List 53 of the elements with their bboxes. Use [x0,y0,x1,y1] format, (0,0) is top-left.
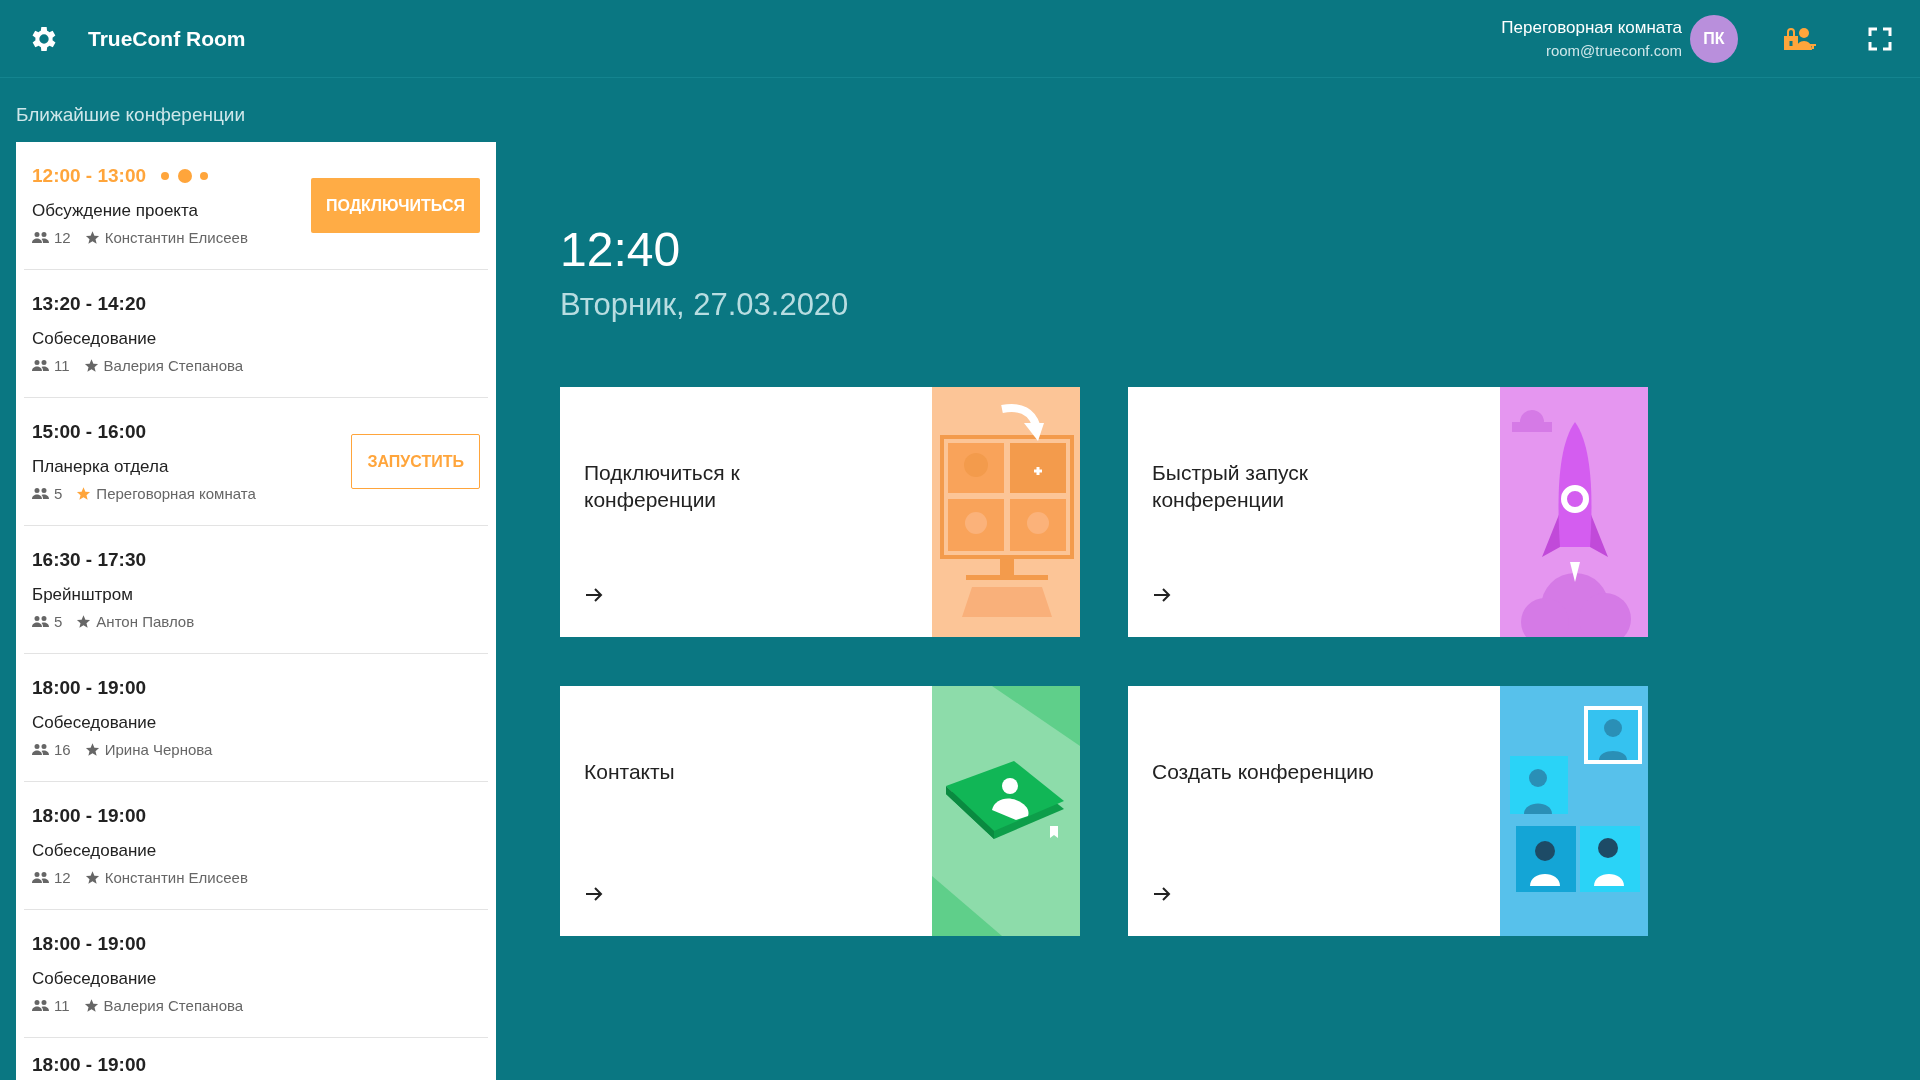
meeting-time: 12:00 - 13:00 [32,165,147,187]
people-icon [32,488,49,499]
meeting-title: Планерка отдела [32,457,170,477]
card-title: Подключиться к конференции [584,460,741,513]
app-title: TrueConf Room [88,26,246,51]
section-heading: Ближайшие конференции [16,103,247,127]
clock-date: Вторник, 27.03.2020 [560,287,850,323]
clock-time: 12:40 [560,222,682,277]
people-icon [32,616,49,627]
meeting-time: 18:00 - 19:00 [32,677,147,699]
user-name: Переговорная комната [1501,18,1682,38]
meeting-time: 16:30 - 17:30 [32,549,147,571]
organizer-name: Валерия Степанова [103,997,244,1014]
avatar: ПК [1690,14,1738,63]
card-title: Контакты [584,759,676,785]
meeting-time: 18:00 - 19:00 [32,1054,147,1076]
people-icon [32,232,49,243]
meeting-title: Брейнштром [32,585,134,605]
organizer-name: Валерия Степанова [103,357,244,374]
action-card[interactable]: Создать конференцию [1128,686,1648,936]
participant-count: 12 [54,869,71,886]
card-title: Быстрый запуск конференции [1152,460,1309,513]
meeting-time: 13:20 - 14:20 [32,293,147,315]
organizer-name: Антон Павлов [96,613,195,630]
participant-count: 11 [54,997,70,1014]
card-title: Создать конференцию [1152,759,1375,785]
meeting-title: Собеседование [32,969,158,989]
meeting-title: Собеседование [32,329,158,349]
people-icon [32,744,49,755]
meeting-time: 18:00 - 19:00 [32,805,147,827]
organizer-name: Переговорная комната [96,485,256,502]
organizer-name: Константин Елисеев [104,869,248,886]
organizer-name: Константин Елисеев [104,229,248,246]
meeting-time: 18:00 - 19:00 [32,933,147,955]
people-icon [32,872,49,883]
action-card[interactable]: Подключиться к конференции [560,387,1080,637]
people-icon [32,360,49,371]
organizer-name: Ирина Чернова [104,741,213,758]
meeting-title: Собеседование [32,713,158,733]
user-email: room@trueconf.com [1545,42,1682,59]
participant-count: 16 [54,741,71,758]
meeting-title: Собеседование [32,841,158,861]
people-icon [32,1000,49,1011]
meeting-time: 15:00 - 16:00 [32,421,147,443]
action-card[interactable]: Контакты [560,686,1080,936]
participant-count: 5 [54,485,63,502]
live-dots-icon [160,168,211,184]
participant-count: 5 [54,613,63,630]
fullscreen-icon[interactable] [1868,26,1892,51]
participant-count: 11 [54,357,70,374]
participant-count: 12 [54,229,71,246]
action-card[interactable]: Быстрый запуск конференции [1128,387,1648,637]
meeting-title: Обсуждение проекта [32,201,199,221]
